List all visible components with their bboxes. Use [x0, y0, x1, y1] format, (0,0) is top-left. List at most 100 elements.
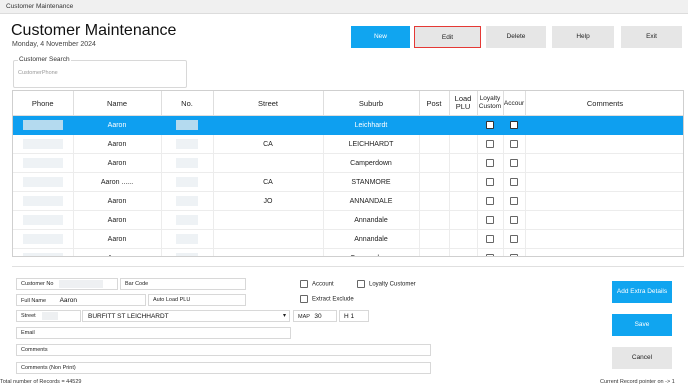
- load-plu-cell: [449, 210, 478, 230]
- post-cell: [419, 191, 450, 211]
- loyalty-checkbox[interactable]: [477, 134, 504, 154]
- table-row[interactable]: Aaron Annandale: [13, 229, 683, 249]
- save-button[interactable]: Save: [612, 314, 672, 336]
- phone-cell: [13, 248, 74, 256]
- name-cell: Aaron: [73, 210, 162, 230]
- page-title: Customer Maintenance: [11, 22, 177, 39]
- comments-cell: [525, 229, 683, 249]
- new-button[interactable]: New: [351, 26, 410, 48]
- account-checkbox[interactable]: [503, 172, 526, 192]
- column-suburb[interactable]: Suburb: [323, 91, 420, 116]
- column-phone[interactable]: Phone: [13, 91, 74, 116]
- chevron-down-icon[interactable]: ▾: [283, 311, 286, 321]
- account-checkbox[interactable]: [503, 191, 526, 211]
- extract-exclude-check-box[interactable]: [300, 295, 308, 303]
- email-field[interactable]: Email: [16, 327, 291, 339]
- auto-load-plu-field[interactable]: Auto Load PLU: [148, 294, 246, 306]
- phone-cell: [13, 134, 74, 154]
- column-name[interactable]: Name: [73, 91, 162, 116]
- window-titlebar: Customer Maintenance: [0, 0, 688, 14]
- cancel-button[interactable]: Cancel: [612, 347, 672, 369]
- extract-exclude-checkbox-control[interactable]: Extract Exclude: [300, 295, 354, 304]
- exit-button[interactable]: Exit: [621, 26, 682, 48]
- extract-exclude-label: Extract Exclude: [312, 296, 354, 303]
- post-cell: [419, 172, 450, 192]
- map-grid-value: H 1: [344, 313, 355, 320]
- column-post[interactable]: Post: [419, 91, 450, 116]
- table-row[interactable]: Aaron Annandale: [13, 210, 683, 230]
- help-button[interactable]: Help: [552, 26, 614, 48]
- account-checkbox[interactable]: [503, 248, 526, 256]
- comments-non-print-field[interactable]: Comments (Non Print): [16, 362, 431, 374]
- column-account[interactable]: Accour: [503, 91, 526, 116]
- phone-cell: [13, 115, 74, 135]
- account-checkbox[interactable]: [503, 210, 526, 230]
- street-cell: CA: [213, 172, 324, 192]
- account-checkbox-control[interactable]: Account: [300, 280, 334, 289]
- table-row[interactable]: Aaron JO ANNANDALE: [13, 191, 683, 211]
- comments-cell: [525, 134, 683, 154]
- name-cell: Aaron: [73, 191, 162, 211]
- name-cell: Aaron: [73, 248, 162, 256]
- post-cell: [419, 229, 450, 249]
- suburb-cell: Annandale: [323, 229, 420, 249]
- add-extra-details-button[interactable]: Add Extra Details: [612, 281, 672, 303]
- table-row[interactable]: Aaron ...... CA STANMORE: [13, 172, 683, 192]
- column-street[interactable]: Street: [213, 91, 324, 116]
- loyalty-check-box[interactable]: [357, 280, 365, 288]
- loyalty-checkbox[interactable]: [477, 210, 504, 230]
- account-check-box[interactable]: [300, 280, 308, 288]
- customer-detail-panel: Customer No Bar Code Full Name Aaron Aut…: [12, 266, 684, 377]
- account-checkbox[interactable]: [503, 134, 526, 154]
- edit-button[interactable]: Edit: [414, 26, 481, 48]
- name-cell: Aaron: [73, 153, 162, 173]
- suburb-cell: Camperdown: [323, 153, 420, 173]
- street-select[interactable]: BURFITT ST LEICHHARDT ▾: [82, 310, 290, 322]
- street-number-field[interactable]: Street: [16, 310, 81, 322]
- street-cell: JO: [213, 191, 324, 211]
- loyalty-checkbox[interactable]: [477, 229, 504, 249]
- full-name-field[interactable]: Full Name Aaron: [16, 294, 146, 306]
- loyalty-checkbox-control[interactable]: Loyalty Customer: [357, 280, 416, 289]
- post-cell: [419, 134, 450, 154]
- account-checkbox[interactable]: [503, 229, 526, 249]
- delete-button[interactable]: Delete: [486, 26, 546, 48]
- loyalty-checkbox[interactable]: [477, 153, 504, 173]
- loyalty-checkbox[interactable]: [477, 248, 504, 256]
- record-pointer-status: Current Record pointer on -> 1: [600, 379, 675, 385]
- comments-field[interactable]: Comments: [16, 344, 431, 356]
- number-cell: [161, 115, 214, 135]
- street-cell: [213, 248, 324, 256]
- table-row[interactable]: Aaron Camperdown: [13, 153, 683, 173]
- map-grid-field[interactable]: H 1: [339, 310, 369, 322]
- map-field[interactable]: MAP 30: [293, 310, 337, 322]
- column-comments[interactable]: Comments: [525, 91, 683, 116]
- account-checkbox[interactable]: [503, 115, 526, 135]
- street-cell: [213, 115, 324, 135]
- column-load-plu[interactable]: Load PLU: [449, 91, 478, 116]
- column-no[interactable]: No.: [161, 91, 214, 116]
- table-row[interactable]: Aaron Leichhardt: [13, 115, 683, 135]
- email-label: Email: [21, 330, 35, 336]
- customer-grid[interactable]: Phone Name No. Street Suburb Post Load P…: [12, 90, 684, 257]
- customer-search-input[interactable]: CustomerPhone: [18, 70, 58, 76]
- comments-cell: [525, 191, 683, 211]
- load-plu-cell: [449, 248, 478, 256]
- table-row[interactable]: Aaron Camperdown: [13, 248, 683, 256]
- account-checkbox[interactable]: [503, 153, 526, 173]
- loyalty-checkbox[interactable]: [477, 172, 504, 192]
- column-loyalty-customer[interactable]: Loyalty Custom: [477, 91, 504, 116]
- comments-label: Comments: [21, 347, 48, 353]
- comments-cell: [525, 172, 683, 192]
- customer-no-field[interactable]: Customer No: [16, 278, 118, 290]
- suburb-cell: STANMORE: [323, 172, 420, 192]
- suburb-cell: LEICHHARDT: [323, 134, 420, 154]
- total-records-status: Total number of Records = 44529: [0, 379, 82, 385]
- barcode-field[interactable]: Bar Code: [120, 278, 246, 290]
- load-plu-cell: [449, 153, 478, 173]
- loyalty-checkbox[interactable]: [477, 191, 504, 211]
- load-plu-cell: [449, 115, 478, 135]
- loyalty-checkbox[interactable]: [477, 115, 504, 135]
- barcode-label: Bar Code: [125, 281, 149, 287]
- table-row[interactable]: Aaron CA LEICHHARDT: [13, 134, 683, 154]
